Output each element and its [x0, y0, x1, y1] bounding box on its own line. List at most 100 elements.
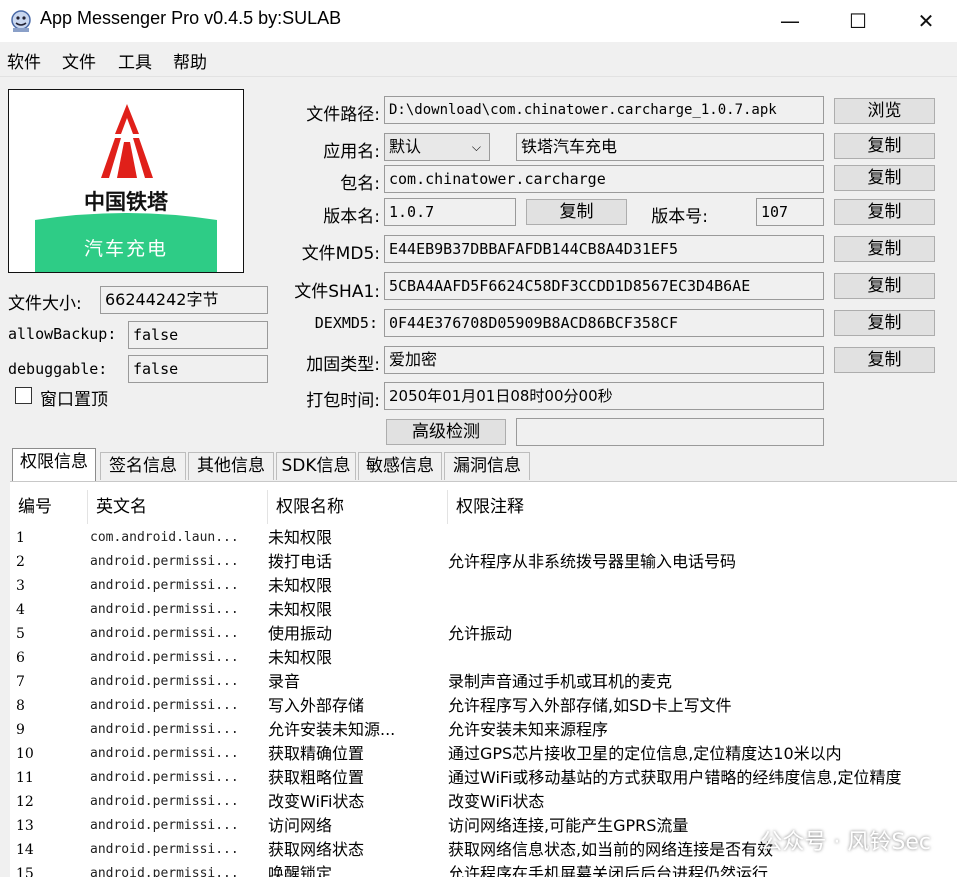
pack-time-label: 打包时间: — [306, 391, 380, 411]
row-english-name: android.permissi... — [90, 866, 239, 877]
row-permission-note: 改变WiFi状态 — [448, 792, 545, 811]
tab-signature[interactable]: 签名信息 — [100, 452, 186, 480]
app-name-field[interactable]: 铁塔汽车充电 — [516, 133, 824, 161]
table-row[interactable]: 11 android.permissi... 获取粗略位置 通过WiFi或移动基站的方… — [10, 766, 957, 790]
row-number: 12 — [16, 794, 34, 810]
file-path-field[interactable]: D:\download\com.chinatower.carcharge_1.0… — [384, 96, 824, 124]
copy-package-button[interactable]: 复制 — [834, 165, 935, 191]
tab-sensitive[interactable]: 敏感信息 — [358, 452, 442, 480]
table-row[interactable]: 8 android.permissi... 写入外部存储 允许程序写入外部存储,如SD… — [10, 694, 957, 718]
row-permission-note — [448, 646, 957, 670]
row-permission-name: 未知权限 — [268, 528, 333, 547]
maximize-button[interactable]: ☐ — [826, 0, 890, 42]
app-name-select[interactable]: 默认 ⌵ — [384, 133, 490, 161]
table-row[interactable]: 9 android.permissi... 允许安装未知源... 允许安装未知来源程序 — [10, 718, 957, 742]
tab-other[interactable]: 其他信息 — [188, 452, 274, 480]
chevron-down-icon: ⌵ — [471, 140, 481, 154]
row-permission-note: 允许程序在手机屏幕关闭后后台进程仍然运行 — [448, 864, 769, 877]
tab-vulnerability[interactable]: 漏洞信息 — [444, 452, 530, 480]
app-name-select-value: 默认 — [389, 137, 422, 156]
row-number: 13 — [16, 818, 34, 834]
row-number: 7 — [16, 674, 25, 690]
row-english-name: android.permissi... — [90, 842, 239, 857]
minimize-icon: — — [780, 9, 800, 33]
table-row[interactable]: 4 android.permissi... 未知权限 — [10, 598, 957, 622]
table-row[interactable]: 1 com.android.laun... 未知权限 — [10, 526, 957, 550]
close-icon: ✕ — [917, 9, 935, 33]
row-permission-name: 允许安装未知源... — [268, 720, 396, 739]
row-permission-name: 写入外部存储 — [268, 696, 365, 715]
version-name-label: 版本名: — [323, 207, 380, 227]
version-name-field[interactable]: 1.0.7 — [384, 198, 516, 226]
table-row[interactable]: 15 android.permissi... 唤醒锁定 允许程序在手机屏幕关闭后后台进… — [10, 862, 957, 877]
row-permission-name: 未知权限 — [268, 648, 333, 667]
menu-tools[interactable]: 工具 — [118, 48, 152, 73]
row-number: 8 — [16, 698, 25, 714]
row-english-name: android.permissi... — [90, 650, 239, 665]
menu-software[interactable]: 软件 — [7, 48, 41, 73]
table-row[interactable]: 7 android.permissi... 录音 录制声音通过手机或耳机的麦克 — [10, 670, 957, 694]
row-permission-note: 通过GPS芯片接收卫星的定位信息,定位精度达10米以内 — [448, 744, 842, 763]
row-english-name: android.permissi... — [90, 818, 239, 833]
row-permission-name: 改变WiFi状态 — [268, 792, 365, 811]
copy-version-code-button[interactable]: 复制 — [834, 199, 935, 225]
version-code-field[interactable]: 107 — [756, 198, 824, 226]
row-number: 10 — [16, 746, 34, 762]
column-header-permission-note[interactable]: 权限注释 — [448, 490, 957, 524]
row-permission-name: 未知权限 — [268, 600, 333, 619]
tab-sdk[interactable]: SDK信息 — [276, 452, 356, 480]
table-row[interactable]: 6 android.permissi... 未知权限 — [10, 646, 957, 670]
row-permission-name: 未知权限 — [268, 576, 333, 595]
table-row[interactable]: 3 android.permissi... 未知权限 — [10, 574, 957, 598]
table-row[interactable]: 12 android.permissi... 改变WiFi状态 改变WiFi状态 — [10, 790, 957, 814]
allow-backup-field[interactable]: false — [128, 321, 268, 349]
copy-sha1-button[interactable]: 复制 — [834, 273, 935, 299]
table-row[interactable]: 2 android.permissi... 拨打电话 允许程序从非系统拨号器里输入电话… — [10, 550, 957, 574]
sha1-field[interactable]: 5CBA4AAFD5F6624C58DF3CCDD1D8567EC3D4B6AE — [384, 272, 824, 300]
watermark: 公众号 · 风铃Sec — [760, 830, 931, 855]
md5-field[interactable]: E44EB9B37DBBAFAFDB144CB8A4D31EF5 — [384, 235, 824, 263]
row-number: 9 — [16, 722, 25, 738]
packer-label: 加固类型: — [306, 355, 380, 375]
packer-field[interactable]: 爱加密 — [384, 346, 824, 374]
pack-time-field[interactable]: 2050年01月01日08时00分00秒 — [384, 382, 824, 410]
app-icon — [11, 10, 31, 32]
column-header-number[interactable]: 编号 — [10, 490, 88, 524]
table-row[interactable]: 10 android.permissi... 获取精确位置 通过GPS芯片接收卫星的定… — [10, 742, 957, 766]
row-english-name: android.permissi... — [90, 722, 239, 737]
copy-md5-button[interactable]: 复制 — [834, 236, 935, 262]
row-number: 1 — [16, 530, 25, 546]
row-english-name: android.permissi... — [90, 698, 239, 713]
menu-bar: 软件 文件 工具 帮助 — [0, 42, 957, 77]
browse-button[interactable]: 浏览 — [834, 98, 935, 124]
menu-help[interactable]: 帮助 — [173, 48, 207, 73]
row-permission-name: 录音 — [268, 672, 301, 691]
dexmd5-label: DEXMD5: — [314, 314, 378, 332]
menu-file[interactable]: 文件 — [62, 48, 96, 73]
row-permission-note: 允许程序写入外部存储,如SD卡上写文件 — [448, 696, 732, 715]
version-code-label: 版本号: — [651, 207, 708, 227]
file-size-field[interactable]: 66244242字节 — [100, 286, 268, 314]
copy-app-name-button[interactable]: 复制 — [834, 133, 935, 159]
column-header-english-name[interactable]: 英文名 — [88, 490, 268, 524]
table-row[interactable]: 5 android.permissi... 使用振动 允许振动 — [10, 622, 957, 646]
row-number: 15 — [16, 866, 34, 877]
app-name-label: 应用名: — [323, 142, 380, 162]
copy-dexmd5-button[interactable]: 复制 — [834, 310, 935, 336]
copy-version-name-button[interactable]: 复制 — [526, 199, 627, 225]
window-top-label: 窗口置顶 — [40, 390, 108, 410]
dexmd5-field[interactable]: 0F44E376708D05909B8ACD86BCF358CF — [384, 309, 824, 337]
tab-permissions[interactable]: 权限信息 — [12, 448, 96, 482]
column-header-permission-name[interactable]: 权限名称 — [268, 490, 448, 524]
debuggable-field[interactable]: false — [128, 355, 268, 383]
close-button[interactable]: ✕ — [894, 0, 957, 42]
advanced-check-button[interactable]: 高级检测 — [386, 419, 506, 445]
permissions-table: 编号 英文名 权限名称 权限注释 1 com.android.laun... 未知权… — [10, 481, 957, 877]
row-number: 5 — [16, 626, 25, 642]
file-path-label: 文件路径: — [306, 105, 380, 125]
window-top-checkbox[interactable] — [15, 387, 32, 404]
allow-backup-label: allowBackup: — [8, 325, 117, 343]
package-field[interactable]: com.chinatower.carcharge — [384, 165, 824, 193]
copy-packer-button[interactable]: 复制 — [834, 347, 935, 373]
minimize-button[interactable]: — — [758, 0, 822, 42]
